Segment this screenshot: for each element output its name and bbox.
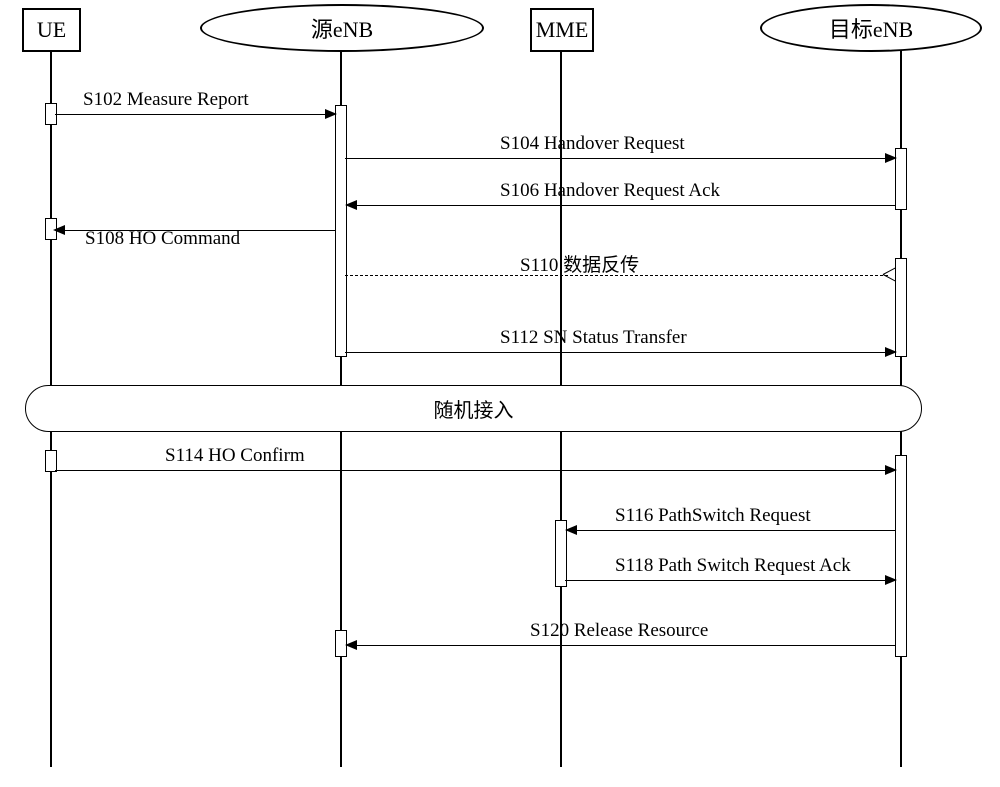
arrow-s106 bbox=[352, 205, 895, 206]
activation-ue-3 bbox=[45, 450, 57, 472]
arrowhead-s116 bbox=[565, 525, 577, 535]
arrow-s116 bbox=[572, 530, 895, 531]
actor-source-enb: 源eNB bbox=[200, 4, 484, 52]
arrowhead-s112 bbox=[885, 347, 897, 357]
label-s104: S104 Handover Request bbox=[500, 133, 685, 155]
label-s108: S108 HO Command bbox=[85, 228, 240, 250]
arrowhead-s106 bbox=[345, 200, 357, 210]
activation-target-enb-2 bbox=[895, 258, 907, 357]
arrowhead-s108 bbox=[53, 225, 65, 235]
actor-source-enb-label: 源eNB bbox=[311, 12, 373, 44]
arrowhead-s102 bbox=[325, 109, 337, 119]
label-s118: S118 Path Switch Request Ack bbox=[615, 555, 851, 577]
actor-mme: MME bbox=[530, 8, 594, 52]
label-s110: S110 数据反传 bbox=[520, 250, 639, 277]
label-s116: S116 PathSwitch Request bbox=[615, 505, 811, 527]
label-s102: S102 Measure Report bbox=[83, 89, 249, 111]
label-s112: S112 SN Status Transfer bbox=[500, 327, 687, 349]
actor-target-enb-label: 目标eNB bbox=[829, 12, 913, 44]
arrow-s114 bbox=[55, 470, 887, 471]
label-s114: S114 HO Confirm bbox=[165, 445, 305, 467]
actor-mme-label: MME bbox=[536, 17, 589, 43]
actor-ue: UE bbox=[22, 8, 81, 52]
activation-source-enb-1 bbox=[335, 105, 347, 357]
arrow-s118 bbox=[565, 580, 888, 581]
arrowhead-s118 bbox=[885, 575, 897, 585]
label-s120: S120 Release Resource bbox=[530, 620, 708, 642]
arrow-s112 bbox=[345, 352, 887, 353]
actor-ue-label: UE bbox=[37, 17, 66, 43]
fragment-random-access: 随机接入 bbox=[25, 385, 922, 432]
activation-target-enb-3 bbox=[895, 455, 907, 657]
label-s106: S106 Handover Request Ack bbox=[500, 180, 720, 202]
arrow-s120 bbox=[352, 645, 895, 646]
arrowhead-s110 bbox=[883, 269, 895, 281]
fragment-random-access-label: 随机接入 bbox=[434, 394, 514, 423]
actor-target-enb: 目标eNB bbox=[760, 4, 982, 52]
sequence-diagram: UE 源eNB MME 目标eNB S102 Measure Report S1… bbox=[0, 0, 1000, 787]
arrow-s102 bbox=[55, 114, 327, 115]
arrowhead-s104 bbox=[885, 153, 897, 163]
arrowhead-s120 bbox=[345, 640, 357, 650]
arrowhead-s114 bbox=[885, 465, 897, 475]
arrow-s104 bbox=[345, 158, 887, 159]
